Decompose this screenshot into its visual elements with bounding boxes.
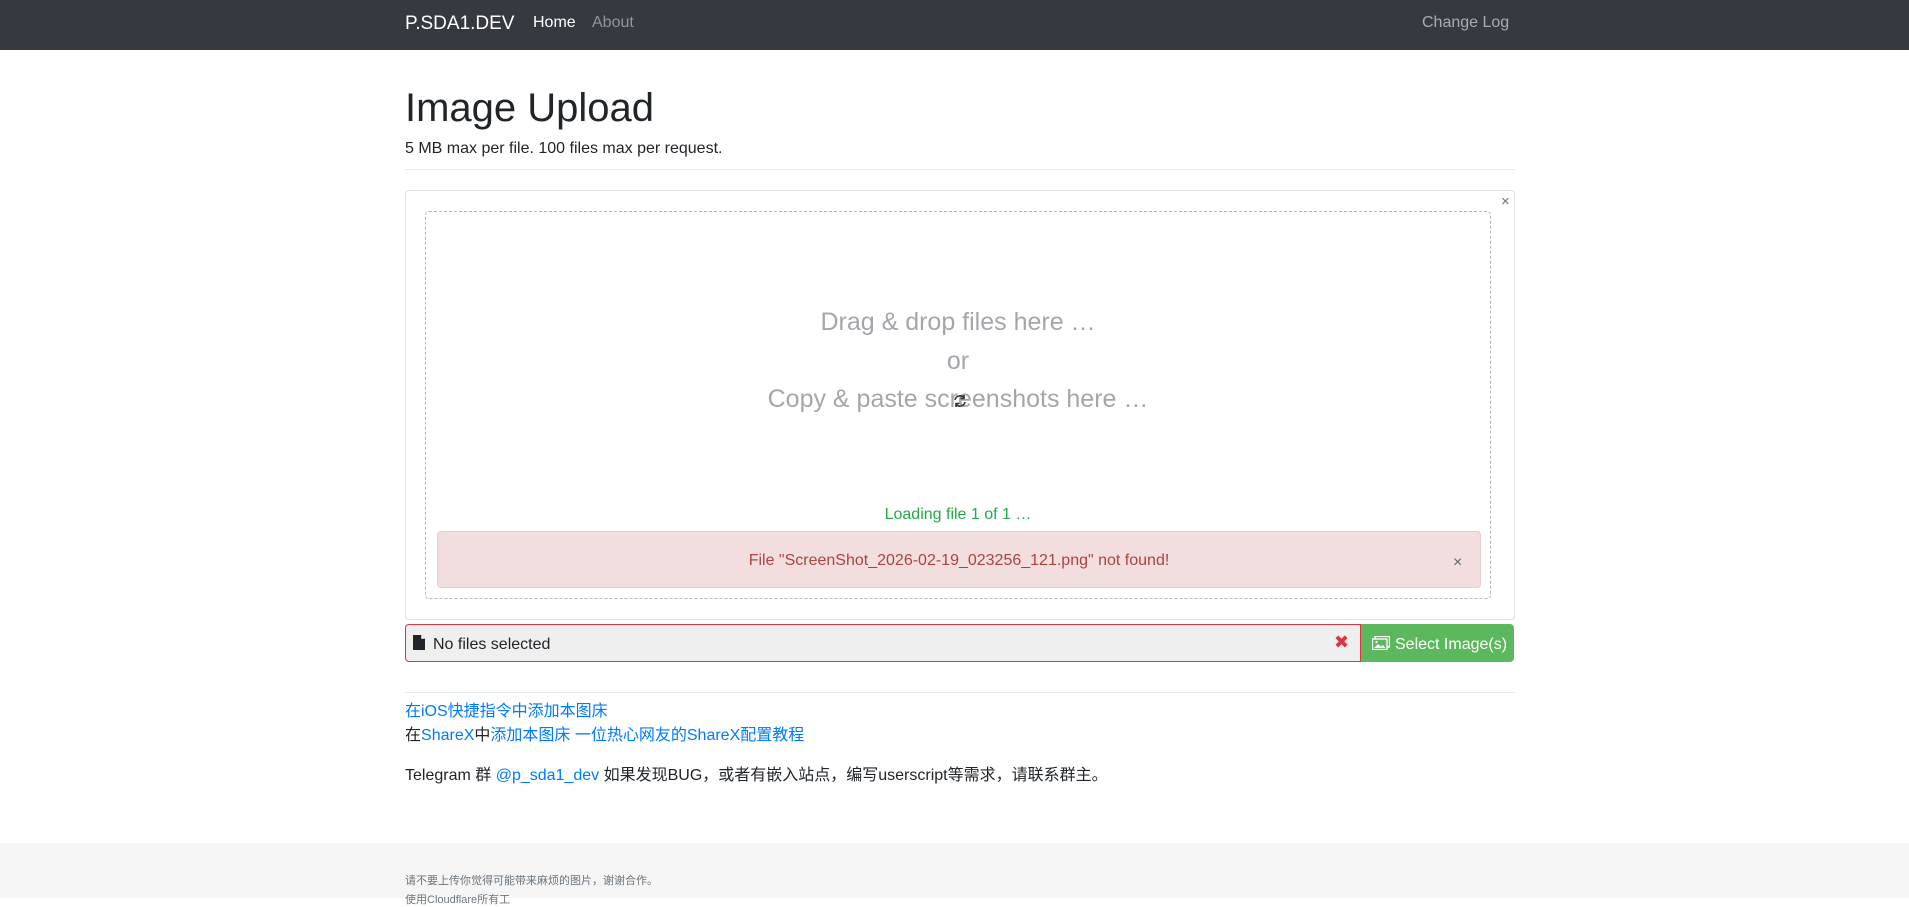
sharex-mid: 中 xyxy=(474,727,491,744)
loading-status: Loading file 1 of 1 … xyxy=(884,506,1032,523)
clear-icon[interactable]: ✖ xyxy=(1334,632,1349,653)
telegram-prefix: Telegram 群 xyxy=(405,767,496,784)
drop-instruction: Drag & drop files here … xyxy=(820,308,1096,336)
divider xyxy=(405,692,1515,693)
brand-logo[interactable]: P.SDA1.DEV xyxy=(405,13,514,35)
footer-cloudflare: 使用Cloudflare所有工 xyxy=(405,894,511,906)
ios-shortcut-row: 在iOS快捷指令中添加本图床 xyxy=(405,697,608,721)
select-images-label: Select Image(s) xyxy=(1395,636,1508,653)
alert-close-icon[interactable]: × xyxy=(1453,554,1462,572)
nav-home-link[interactable]: Home xyxy=(533,14,576,32)
file-caption-text: No files selected xyxy=(433,636,551,653)
nav-changelog-link[interactable]: Change Log xyxy=(1422,14,1509,32)
page-subtitle: 5 MB max per file. 100 files max per req… xyxy=(405,140,723,157)
divider xyxy=(405,169,1515,170)
footer xyxy=(0,843,1909,898)
telegram-suffix: 如果发现BUG，或者有嵌入站点，编写userscript等需求，请联系群主。 xyxy=(599,767,1108,784)
sharex-tutorial-link[interactable]: 一位热心网友的ShareX配置教程 xyxy=(575,727,804,744)
close-icon[interactable]: × xyxy=(1501,193,1510,210)
images-icon xyxy=(1372,636,1390,650)
file-icon xyxy=(413,635,425,650)
footer-notice: 请不要上传你觉得可能带来麻烦的图片，谢谢合作。 xyxy=(405,875,658,887)
sharex-link[interactable]: ShareX xyxy=(421,727,474,744)
sharex-row: 在ShareX中添加本图床 一位热心网友的ShareX配置教程 xyxy=(405,721,804,745)
ios-shortcut-link[interactable]: 在iOS快捷指令中添加本图床 xyxy=(405,703,608,720)
error-message: File "ScreenShot_2026-02-19_023256_121.p… xyxy=(748,552,1170,569)
nav-about-link[interactable]: About xyxy=(592,14,634,32)
telegram-link[interactable]: @p_sda1_dev xyxy=(496,767,599,784)
page-title: Image Upload xyxy=(405,86,655,130)
spinner-icon xyxy=(954,395,966,407)
telegram-row: Telegram 群 @p_sda1_dev 如果发现BUG，或者有嵌入站点，编… xyxy=(405,761,1108,785)
top-navbar xyxy=(0,0,1909,50)
drop-instruction-or: or xyxy=(946,347,970,375)
sharex-prefix: 在 xyxy=(405,727,422,744)
sharex-add-link[interactable]: 添加本图床 xyxy=(490,727,570,744)
